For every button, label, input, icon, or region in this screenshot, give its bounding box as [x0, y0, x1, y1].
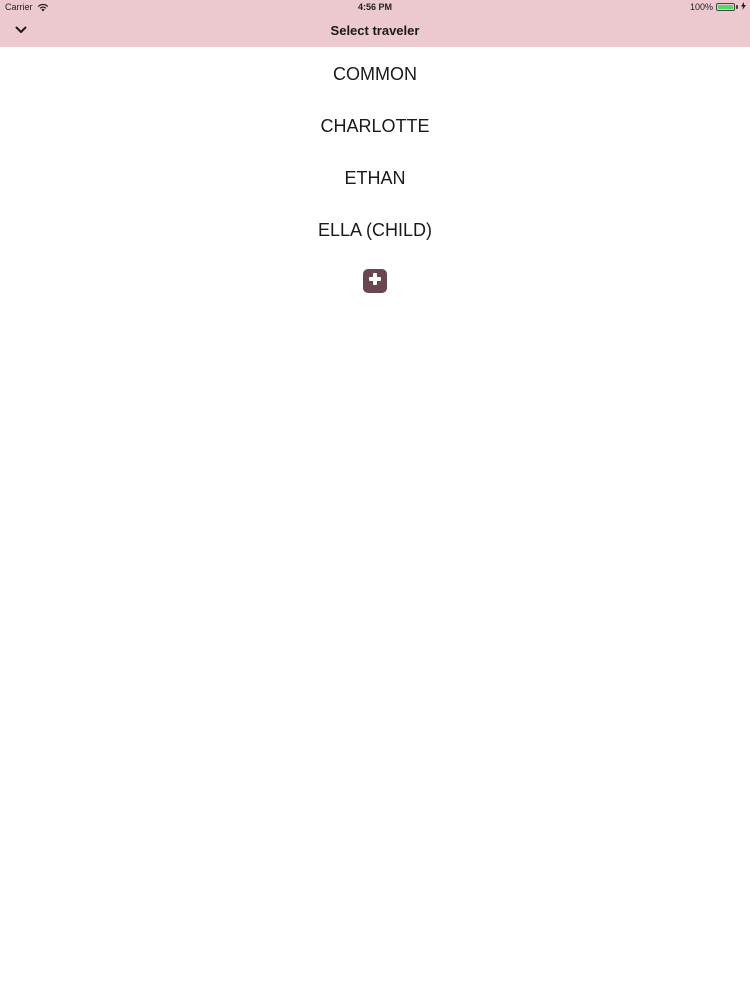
page-title: Select traveler: [330, 23, 420, 38]
status-time: 4:56 PM: [357, 2, 392, 12]
traveler-item-ella[interactable]: ELLA (CHILD): [0, 203, 750, 255]
nav-bar: Select traveler: [0, 15, 750, 47]
plus-icon: [367, 271, 383, 292]
status-bar: Carrier 4:56 PM 100%: [0, 0, 750, 15]
screen: Carrier 4:56 PM 100% Select traveler COM…: [0, 0, 750, 1000]
add-traveler-button[interactable]: [363, 269, 387, 293]
traveler-item-charlotte[interactable]: CHARLOTTE: [0, 99, 750, 151]
top-bar: Carrier 4:56 PM 100% Select traveler: [0, 0, 750, 47]
charging-icon: [741, 2, 746, 12]
traveler-item-ethan[interactable]: ETHAN: [0, 151, 750, 203]
traveler-item-common[interactable]: COMMON: [0, 47, 750, 99]
battery-tip: [736, 5, 738, 9]
battery-indicator: 100%: [690, 2, 746, 12]
battery-percent: 100%: [689, 2, 713, 12]
traveler-list: COMMON CHARLOTTE ETHAN ELLA (CHILD): [0, 47, 750, 255]
battery-icon: [716, 3, 735, 11]
